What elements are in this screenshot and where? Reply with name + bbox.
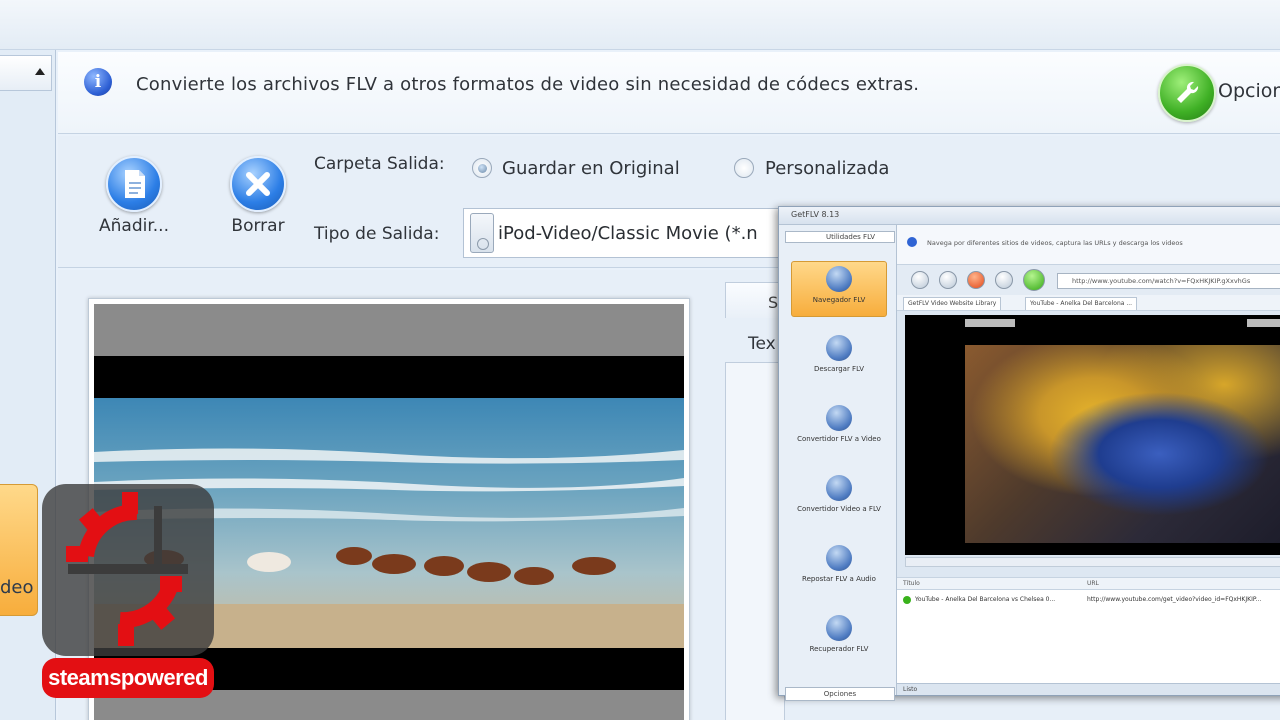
inset-sidebar-item-flv-to-audio[interactable]: Repostar FLV a Audio — [791, 541, 887, 597]
convert-icon — [826, 475, 852, 501]
output-type-value: iPod-Video/Classic Movie (*.n — [498, 223, 758, 244]
output-type-label: Tipo de Salida: — [314, 224, 440, 244]
settings-panel — [725, 362, 785, 720]
download-icon — [826, 335, 852, 361]
app-window: deo i Convierte los archivos FLV a otros… — [0, 0, 1280, 720]
inset-sidebar-item-download[interactable]: Descargar FLV — [791, 331, 887, 387]
inset-options-dropdown[interactable]: Opciones — [785, 687, 895, 701]
sidebar-item-active[interactable]: deo — [0, 484, 38, 616]
inset-sidebar-item-video-to-flv[interactable]: Convertidor Video a FLV — [791, 471, 887, 527]
football-video-frame — [965, 345, 1280, 543]
inset-sidebar: Utilidades FLV Navegador FLV Descargar F… — [779, 225, 897, 701]
add-button[interactable]: Añadir... — [94, 136, 174, 236]
output-type-select[interactable]: iPod-Video/Classic Movie (*.n — [463, 208, 793, 258]
inset-nav-bar: http://www.youtube.com/watch?v=FQxHKJKIP… — [897, 265, 1280, 295]
inset-scrollbar[interactable] — [905, 557, 1280, 567]
convert-icon — [826, 405, 852, 431]
delete-icon — [230, 156, 286, 212]
options-button[interactable]: Opcion — [1218, 80, 1280, 102]
video-overlay-logo — [1247, 319, 1280, 327]
inset-info-bar: Navega por diferentes sitios de videos, … — [897, 225, 1280, 265]
top-strip — [0, 0, 1280, 50]
inset-info-text: Navega por diferentes sitios de videos, … — [927, 239, 1183, 247]
inset-sidebar-label: Convertidor FLV a Video — [797, 435, 881, 443]
left-sidebar-dropdown[interactable] — [0, 55, 52, 91]
url-input[interactable]: http://www.youtube.com/watch?v=FQxHKJKIP… — [1057, 273, 1280, 289]
inset-title: GetFLV 8.13 — [791, 210, 840, 219]
list-item[interactable]: YouTube - Anelka Del Barcelona vs Chelse… — [897, 594, 1280, 606]
inset-sidebar-label: Navegador FLV — [812, 296, 866, 304]
watermark-logo — [42, 484, 214, 656]
inset-tab-library[interactable]: GetFLV Video Website Library — [903, 297, 1002, 310]
inset-sidebar-label: Convertidor Video a FLV — [797, 505, 881, 513]
list-item-url: http://www.youtube.com/get_video?video_i… — [1087, 596, 1262, 603]
inset-app-screenshot: GetFLV 8.13 Utilidades FLV Navegador FLV… — [778, 206, 1280, 701]
info-icon — [907, 237, 917, 247]
inset-sidebar-label: Repostar FLV a Audio — [802, 575, 876, 583]
gear-icon — [66, 492, 188, 646]
wrench-icon[interactable] — [1158, 64, 1216, 122]
text-label: Tex — [748, 334, 776, 354]
stop-icon[interactable] — [967, 271, 985, 289]
inset-download-list: Título URL YouTube - Anelka Del Barcelon… — [897, 577, 1280, 685]
sidebar-item-label: deo — [0, 577, 34, 598]
list-header-title: Título — [903, 580, 920, 587]
add-file-icon — [106, 156, 162, 212]
inset-sidebar-item-recover[interactable]: Recuperador FLV — [791, 611, 887, 667]
tab-label: S — [768, 293, 779, 312]
radio-custom[interactable] — [734, 158, 754, 178]
status-ok-icon — [903, 596, 911, 604]
delete-button-label: Borrar — [231, 216, 285, 236]
inset-sidebar-label: Recuperador FLV — [809, 645, 869, 653]
info-text: Convierte los archivos FLV a otros forma… — [136, 74, 920, 95]
delete-button[interactable]: Borrar — [218, 136, 298, 236]
chevron-up-icon — [35, 68, 45, 75]
globe-icon — [826, 266, 852, 292]
recover-icon — [826, 615, 852, 641]
video-overlay-label — [965, 319, 1015, 327]
inset-sidebar-label: Descargar FLV — [813, 365, 865, 373]
info-bar: i Convierte los archivos FLV a otros for… — [58, 52, 1280, 134]
info-icon: i — [84, 68, 112, 96]
go-icon[interactable] — [1023, 269, 1045, 291]
inset-video-player — [905, 315, 1280, 555]
inset-titlebar: GetFLV 8.13 — [779, 207, 1280, 225]
inset-tab-video[interactable]: YouTube - Anelka Del Barcelona ... — [1025, 297, 1138, 310]
inset-sidebar-item-browser[interactable]: Navegador FLV — [791, 261, 887, 317]
radio-save-original-label[interactable]: Guardar en Original — [502, 158, 680, 179]
audio-icon — [826, 545, 852, 571]
add-button-label: Añadir... — [99, 216, 169, 236]
back-icon[interactable] — [911, 271, 929, 289]
list-header-url: URL — [1087, 580, 1099, 587]
forward-icon[interactable] — [939, 271, 957, 289]
inset-status-bar: Listo — [897, 683, 1280, 695]
list-item-title: YouTube - Anelka Del Barcelona vs Chelse… — [915, 596, 1056, 603]
ipod-icon — [470, 213, 494, 253]
output-folder-label: Carpeta Salida: — [314, 154, 445, 174]
radio-save-original[interactable] — [472, 158, 492, 178]
inset-sidebar-item-flv-to-video[interactable]: Convertidor FLV a Video — [791, 401, 887, 457]
inset-sidebar-dropdown[interactable]: Utilidades FLV — [785, 231, 895, 243]
watermark-text: steamspowered — [42, 658, 214, 698]
inset-tab-bar: GetFLV Video Website Library YouTube - A… — [897, 295, 1280, 311]
radio-custom-label[interactable]: Personalizada — [765, 158, 889, 179]
list-header: Título URL — [897, 578, 1280, 590]
refresh-icon[interactable] — [995, 271, 1013, 289]
